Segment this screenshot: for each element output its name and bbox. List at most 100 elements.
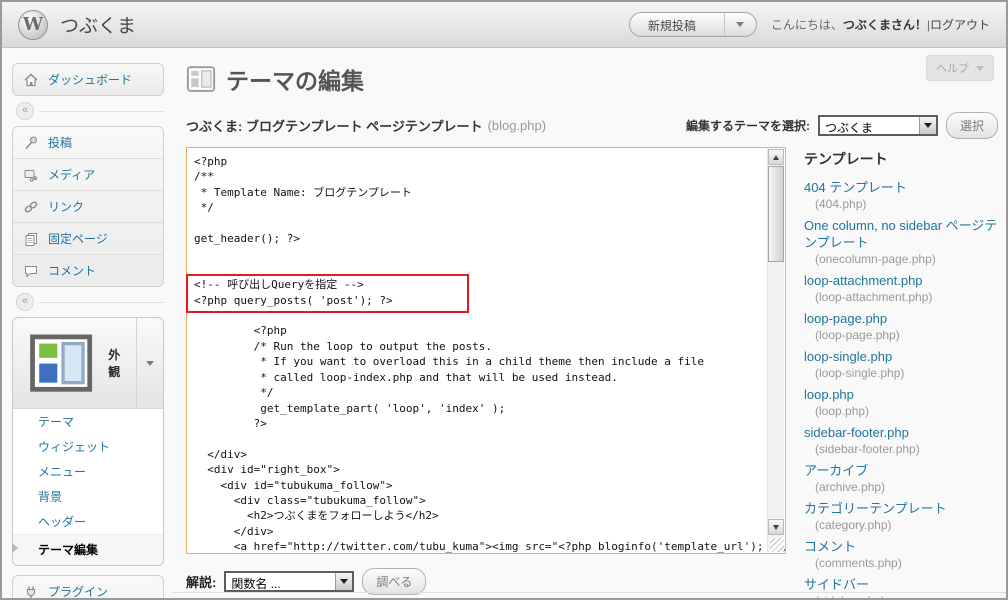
template-filename: (comments.php): [815, 556, 902, 570]
sidebar-item-dashboard[interactable]: ダッシュボード: [13, 64, 163, 95]
scroll-up-icon[interactable]: [768, 149, 784, 165]
sidebar-item-label: ダッシュボード: [48, 73, 133, 87]
template-item: sidebar-footer.php (sidebar-footer.php): [804, 424, 1000, 457]
greeting-text: こんにちは、つぶくまさん！|ログアウト: [771, 16, 990, 33]
chevron-down-icon: [146, 360, 154, 366]
collapse-menu-icon[interactable]: «: [16, 293, 34, 311]
help-button[interactable]: ヘルプ: [926, 55, 994, 81]
new-post-dropdown[interactable]: [723, 13, 756, 36]
theme-select[interactable]: つぶくま: [817, 115, 938, 136]
comment-icon: [25, 265, 37, 278]
select-dropdown-icon[interactable]: [918, 117, 936, 134]
editor-scrollbar[interactable]: [767, 149, 784, 552]
sidebar-item-label: コメント: [48, 264, 97, 278]
sidebar-item-comments[interactable]: コメント: [13, 254, 163, 286]
docs-function-select[interactable]: 関数名 ...: [224, 571, 355, 592]
docs-lookup-button[interactable]: 調べる: [362, 568, 427, 595]
template-filename: (loop-single.php): [815, 366, 905, 380]
page-title: テーマの編集: [226, 68, 364, 94]
sidebar-item-label: リンク: [48, 200, 85, 214]
link-icon: [24, 201, 38, 212]
editor-column: <?php /** * Template Name: ブログテンプレート */ …: [186, 147, 786, 598]
template-filename: (sidebar-footer.php): [815, 442, 920, 456]
template-item: カテゴリーテンプレート (category.php): [804, 500, 1000, 533]
sidebar-item-posts[interactable]: 投稿: [13, 127, 163, 158]
template-item: loop-single.php (loop-single.php): [804, 348, 1000, 381]
sidebar-item-widgets[interactable]: ウィジェット: [13, 434, 163, 459]
theme-select-label: 編集するテーマを選択:: [685, 119, 810, 133]
appearance-toggle[interactable]: [136, 318, 163, 409]
sidebar-item-media[interactable]: メディア: [13, 158, 163, 190]
template-filename: (loop.php): [815, 404, 870, 418]
select-dropdown-icon[interactable]: [335, 573, 353, 590]
sidebar-item-links[interactable]: リンク: [13, 190, 163, 222]
template-link[interactable]: カテゴリーテンプレート: [804, 500, 1000, 517]
new-post-label: 新規投稿: [647, 19, 696, 33]
sidebar-item-plugins[interactable]: プラグイン: [13, 576, 163, 600]
template-link[interactable]: コメント: [804, 538, 1000, 555]
template-filename: (loop-attachment.php): [815, 290, 933, 304]
sidebar-item-background[interactable]: 背景: [13, 484, 163, 509]
template-link[interactable]: 404 テンプレート: [804, 179, 1000, 196]
template-link[interactable]: アーカイブ: [804, 462, 1000, 479]
sidebar-item-themes[interactable]: テーマ: [13, 409, 163, 434]
theme-select-button[interactable]: 選択: [945, 112, 998, 139]
docs-label: 解説:: [186, 575, 217, 590]
pages-icon: [25, 232, 37, 246]
template-item: loop.php (loop.php): [804, 386, 1000, 419]
resize-grip[interactable]: [770, 538, 784, 552]
template-link[interactable]: sidebar-footer.php: [804, 424, 1000, 441]
content-menu-box: 投稿 メディア リンク 固定ページ コメント: [12, 126, 164, 287]
collapse-row: «: [16, 102, 164, 120]
template-item: loop-attachment.php (loop-attachment.php…: [804, 272, 1000, 305]
content-area: ヘルプ テーマの編集 つぶくま: ブログテンプレート ページテンプレート (bl…: [172, 49, 1006, 598]
wordpress-logo-icon[interactable]: W: [18, 9, 48, 40]
template-link[interactable]: loop-attachment.php: [804, 272, 1000, 289]
code-editor[interactable]: <?php /** * Template Name: ブログテンプレート */ …: [187, 148, 785, 553]
sidebar-item-menus[interactable]: メニュー: [13, 459, 163, 484]
new-post-button[interactable]: 新規投稿: [628, 12, 757, 37]
content-body: <?php /** * Template Name: ブログテンプレート */ …: [186, 147, 1006, 598]
template-item: One column, no sidebar ページテンプレート (onecol…: [804, 217, 1000, 267]
edited-file-title: つぶくま: ブログテンプレート ページテンプレート: [186, 119, 483, 134]
template-link[interactable]: loop-page.php: [804, 310, 1000, 327]
sidebar-item-label: メディア: [48, 168, 96, 182]
sidebar-item-pages[interactable]: 固定ページ: [13, 222, 163, 254]
theme-select-row: 編集するテーマを選択: つぶくま 選択: [686, 112, 998, 139]
divider: [39, 301, 164, 303]
collapse-menu-icon[interactable]: «: [16, 102, 34, 120]
template-filename: (sidebar.php): [804, 594, 1000, 598]
template-filename: (archive.php): [815, 480, 886, 494]
current-user-link[interactable]: つぶくまさん！: [843, 18, 927, 32]
sidebar-item-label: 投稿: [48, 136, 73, 150]
templates-column: テンプレート 404 テンプレート (404.php) One column, …: [786, 147, 1006, 598]
template-item: アーカイブ (archive.php): [804, 462, 1000, 495]
template-link[interactable]: loop.php: [804, 386, 1000, 403]
dashboard-menu-box: ダッシュボード: [12, 63, 164, 96]
logout-link[interactable]: ログアウト: [930, 18, 990, 32]
template-item: コメント (comments.php): [804, 538, 1000, 571]
greeting-prefix: こんにちは、: [770, 18, 843, 32]
template-link[interactable]: サイドバー: [804, 576, 1000, 593]
template-link[interactable]: loop-single.php: [804, 348, 1000, 365]
sidebar-item-header[interactable]: ヘッダー: [13, 509, 163, 534]
sidebar-item-appearance[interactable]: 外観: [13, 318, 163, 410]
site-title-link[interactable]: つぶくま: [60, 11, 136, 38]
wordpress-admin-window: W つぶくま 新規投稿 こんにちは、つぶくまさん！|ログアウト ダッシュボード …: [0, 0, 1008, 600]
sidebar-item-label: プラグイン: [48, 585, 109, 600]
edited-file-name: (blog.php): [487, 118, 547, 133]
appearance-menu-box: 外観 テーマ ウィジェット メニュー 背景 ヘッダー テーマ編集: [12, 317, 164, 567]
sidebar-item-label: 外観: [108, 348, 121, 380]
docs-select-value: 関数名 ...: [231, 577, 281, 590]
template-item: loop-page.php (loop-page.php): [804, 310, 1000, 343]
template-link[interactable]: One column, no sidebar ページテンプレート: [804, 217, 1000, 251]
scroll-down-icon[interactable]: [768, 519, 784, 535]
pin-icon: [25, 136, 37, 149]
title-row: テーマの編集: [172, 49, 1006, 96]
template-filename: (loop-page.php): [815, 328, 900, 342]
collapse-row: «: [16, 293, 164, 311]
template-item: 404 テンプレート (404.php): [804, 179, 1000, 212]
scrollbar-thumb[interactable]: [768, 166, 784, 262]
sidebar-item-theme-editor-current[interactable]: テーマ編集: [12, 534, 163, 566]
divider: [39, 110, 164, 112]
